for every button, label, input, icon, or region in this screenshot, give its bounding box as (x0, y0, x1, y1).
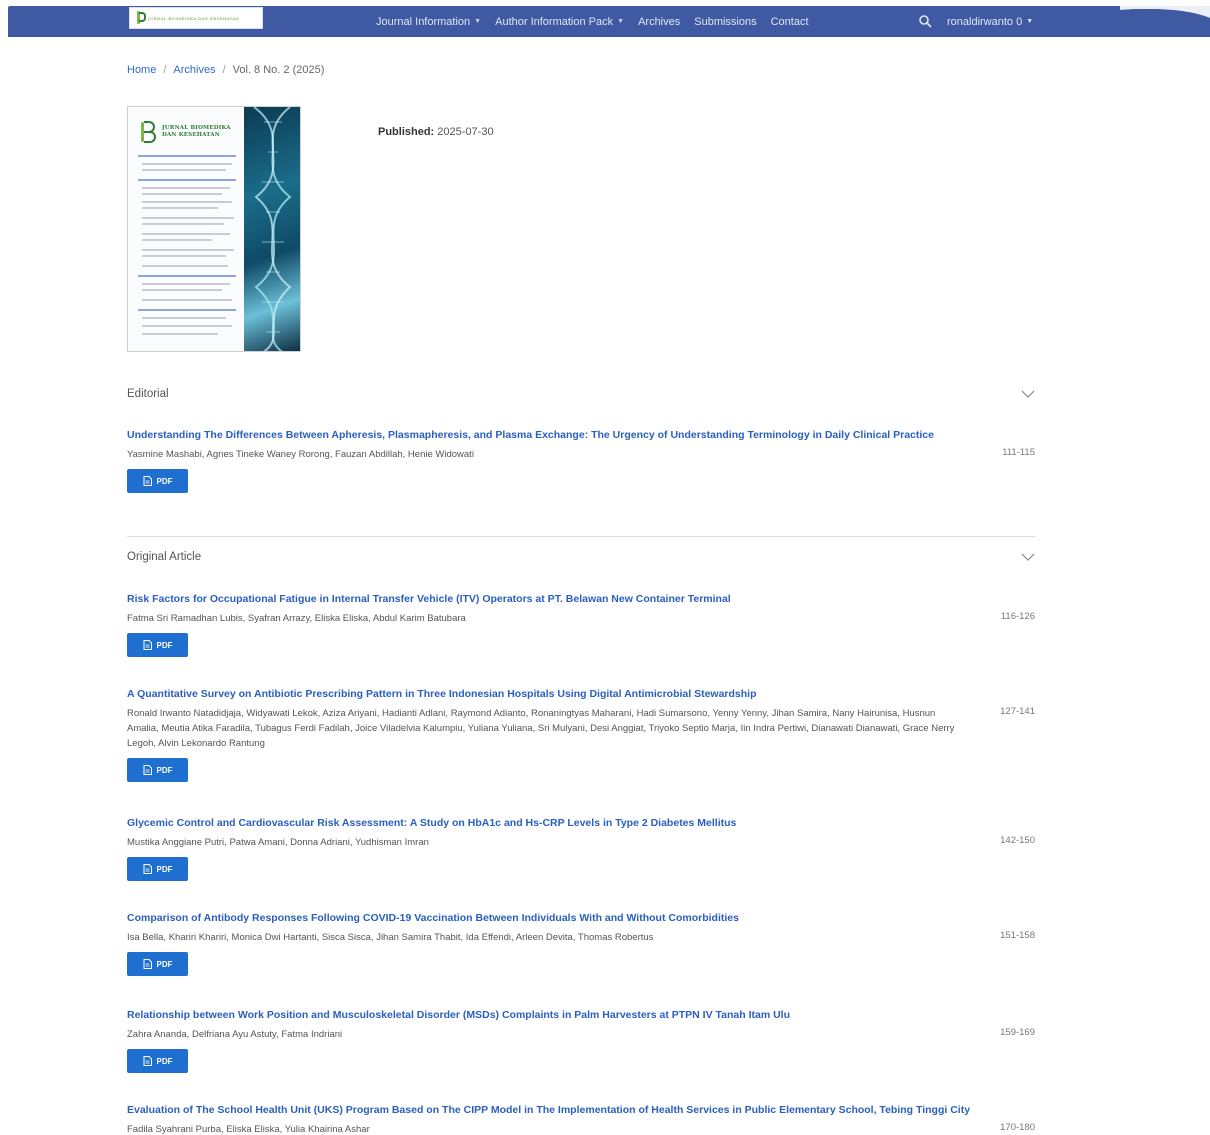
breadcrumb-home[interactable]: Home (127, 64, 156, 76)
chevron-down-icon[interactable] (1021, 389, 1035, 399)
chevron-down-icon[interactable] (1021, 552, 1035, 562)
file-pdf-icon (143, 1056, 152, 1066)
nav-label: Archives (638, 15, 681, 28)
user-menu[interactable]: ronaldirwanto 0 ▼ (947, 6, 1033, 37)
pdf-button-label: PDF (156, 959, 173, 969)
article-authors: Yasmine Mashabi, Agnes Tineke Waney Roro… (127, 449, 474, 460)
logo-text: JURNAL BIOMEDIKA DAN KESEHATAN (148, 15, 240, 21)
article-title-link[interactable]: Relationship between Work Position and M… (127, 1008, 1035, 1022)
file-pdf-icon (143, 640, 152, 650)
issue-cover-image[interactable]: JURNAL BIOMEDIKA DAN KESEHATAN (127, 106, 301, 352)
pdf-button[interactable]: PDF (127, 1049, 188, 1073)
article-item: Comparison of Antibody Responses Followi… (127, 911, 1035, 976)
article-authors: Isa Bella, Khariri Khariri, Monica Dwi H… (127, 932, 654, 943)
article-title-link[interactable]: Evaluation of The School Health Unit (UK… (127, 1103, 1035, 1117)
article-pages: 111-115 (1002, 447, 1035, 458)
published-value: 2025-07-30 (437, 126, 494, 138)
main-nav: Journal Information ▼ Author Information… (376, 6, 809, 37)
article-title-link[interactable]: Comparison of Antibody Responses Followi… (127, 911, 1035, 925)
article-item: Glycemic Control and Cardiovascular Risk… (127, 816, 1035, 881)
published-label: Published: (378, 126, 435, 138)
article-pages: 170-180 (1000, 1122, 1035, 1133)
article-meta: Mustika Anggiane Putri, Patwa Amani, Don… (127, 835, 1035, 850)
nav-archives[interactable]: Archives (638, 16, 680, 28)
nav-author-information-pack[interactable]: Author Information Pack ▼ (495, 16, 624, 28)
logo-mark-icon (134, 10, 146, 26)
pdf-button[interactable]: PDF (127, 857, 188, 881)
file-pdf-icon (143, 765, 152, 775)
published-date: Published: 2025-07-30 (378, 126, 494, 138)
pdf-button[interactable]: PDF (127, 952, 188, 976)
article-authors: Mustika Anggiane Putri, Patwa Amani, Don… (127, 837, 429, 848)
article-item: Evaluation of The School Health Unit (UK… (127, 1103, 1035, 1135)
dna-helix-icon (253, 107, 292, 351)
pdf-button-label: PDF (156, 864, 173, 874)
nav-label: Journal Information (376, 15, 471, 28)
article-pages: 116-126 (1000, 611, 1035, 622)
article-authors: Ronald Irwanto Natadidjaja, Widyawati Le… (127, 708, 955, 749)
section-header-editorial[interactable]: Editorial (127, 384, 1035, 404)
journal-logo[interactable]: JURNAL BIOMEDIKA DAN KESEHATAN (129, 7, 263, 29)
article-title-link[interactable]: A Quantitative Survey on Antibiotic Pres… (127, 687, 1035, 701)
header-swoosh (1120, 6, 1210, 37)
pdf-button[interactable]: PDF (127, 633, 188, 657)
pdf-button-label: PDF (156, 765, 173, 775)
section-header-original-article[interactable]: Original Article (127, 547, 1035, 567)
nav-submissions[interactable]: Submissions (694, 16, 756, 28)
file-pdf-icon (143, 959, 152, 969)
breadcrumb-archives[interactable]: Archives (173, 64, 215, 76)
article-pages: 159-169 (1000, 1027, 1035, 1038)
article-item: Relationship between Work Position and M… (127, 1008, 1035, 1073)
pdf-button-label: PDF (156, 476, 173, 486)
caret-down-icon: ▼ (474, 18, 482, 25)
search-icon[interactable] (918, 14, 932, 28)
cover-logo-icon (141, 121, 156, 143)
nav-label: Author Information Pack (495, 15, 614, 28)
article-meta: Ronald Irwanto Natadidjaja, Widyawati Le… (127, 706, 1035, 751)
article-meta: Fadila Syahrani Purba, Eliska Eliska, Yu… (127, 1122, 1035, 1135)
article-pages: 142-150 (1000, 835, 1035, 846)
nav-journal-information[interactable]: Journal Information ▼ (376, 16, 481, 28)
article-authors: Zahra Ananda, Delfriana Ayu Astuty, Fatm… (127, 1029, 343, 1040)
cover-journal-title: JURNAL BIOMEDIKA DAN KESEHATAN (162, 125, 231, 139)
breadcrumb-separator: / (222, 64, 226, 76)
cover-title-line: DAN KESEHATAN (162, 132, 220, 138)
top-navbar: JURNAL BIOMEDIKA DAN KESEHATAN Journal I… (8, 6, 1210, 37)
file-pdf-icon (143, 864, 152, 874)
article-pages: 127-141 (1000, 706, 1035, 717)
section-divider (127, 536, 1035, 537)
caret-down-icon: ▼ (617, 18, 625, 25)
file-pdf-icon (143, 476, 152, 486)
pdf-button-label: PDF (156, 640, 173, 650)
caret-down-icon: ▼ (1026, 18, 1034, 25)
article-title-link[interactable]: Glycemic Control and Cardiovascular Risk… (127, 816, 1035, 830)
article-item: Understanding The Differences Between Ap… (127, 428, 1035, 493)
breadcrumb: Home / Archives / Vol. 8 No. 2 (2025) (127, 64, 324, 76)
article-meta: Yasmine Mashabi, Agnes Tineke Waney Roro… (127, 447, 1035, 462)
article-meta: Isa Bella, Khariri Khariri, Monica Dwi H… (127, 930, 1035, 945)
article-pages: 151-158 (1000, 930, 1035, 941)
breadcrumb-current: Vol. 8 No. 2 (2025) (232, 64, 325, 76)
article-item: A Quantitative Survey on Antibiotic Pres… (127, 687, 1035, 782)
article-title-link[interactable]: Risk Factors for Occupational Fatigue in… (127, 592, 1035, 606)
cover-dna-panel (244, 107, 300, 351)
section-title: Original Article (127, 551, 202, 563)
nav-label: Submissions (694, 15, 757, 28)
article-title-link[interactable]: Understanding The Differences Between Ap… (127, 428, 1035, 442)
cover-title-line: JURNAL BIOMEDIKA (162, 125, 231, 131)
section-title: Editorial (127, 388, 169, 400)
pdf-button[interactable]: PDF (127, 758, 188, 782)
article-authors: Fatma Sri Ramadhan Lubis, Syafran Arrazy… (127, 613, 466, 624)
nav-label: Contact (770, 15, 809, 28)
article-meta: Fatma Sri Ramadhan Lubis, Syafran Arrazy… (127, 611, 1035, 626)
article-item: Risk Factors for Occupational Fatigue in… (127, 592, 1035, 657)
breadcrumb-separator: / (163, 64, 167, 76)
article-meta: Zahra Ananda, Delfriana Ayu Astuty, Fatm… (127, 1027, 1035, 1042)
pdf-button-label: PDF (156, 1056, 173, 1066)
pdf-button[interactable]: PDF (127, 469, 188, 493)
article-authors: Fadila Syahrani Purba, Eliska Eliska, Yu… (127, 1124, 370, 1135)
cover-text-panel: JURNAL BIOMEDIKA DAN KESEHATAN (128, 107, 244, 351)
nav-contact[interactable]: Contact (771, 16, 809, 28)
username: ronaldirwanto 0 (947, 15, 1023, 28)
